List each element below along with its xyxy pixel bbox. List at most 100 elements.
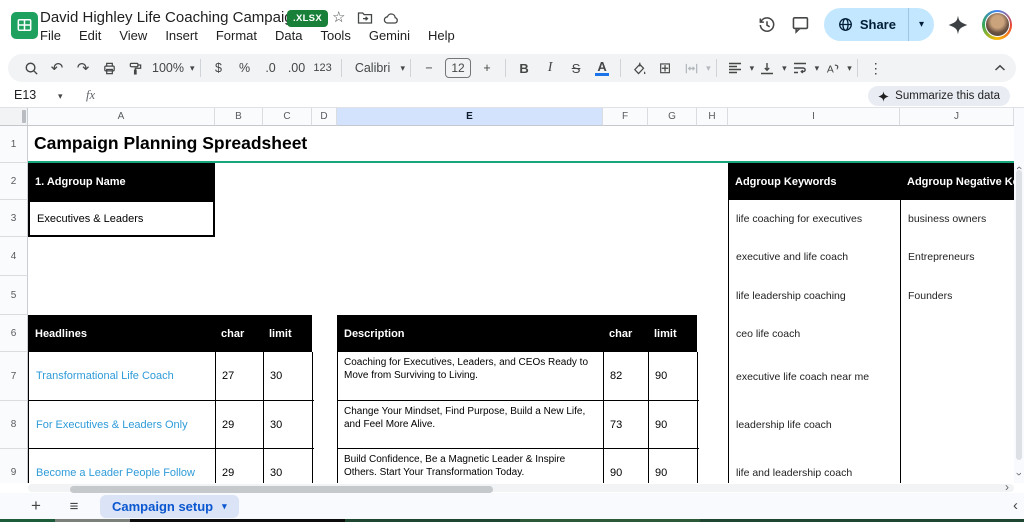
row-header-6[interactable]: 6 (0, 315, 28, 352)
text-rotation-button[interactable]: A (819, 56, 845, 80)
headline-cell[interactable]: Transformational Life Coach (29, 352, 214, 400)
summarize-data-button[interactable]: Summarize this data (868, 86, 1010, 106)
add-sheet-button[interactable]: + (24, 496, 48, 516)
version-history-icon[interactable] (757, 15, 777, 35)
keyword-cell[interactable]: leadership life coach (729, 401, 899, 449)
all-sheets-menu-icon[interactable]: ≡ (62, 498, 86, 515)
gemini-sparkle-icon[interactable] (948, 15, 968, 35)
search-icon[interactable] (18, 56, 44, 80)
description-limit-cell[interactable]: 90 (649, 401, 696, 448)
campaign-title-cell[interactable]: Campaign Planning Spreadsheet (28, 126, 1014, 161)
vertical-scrollbar-thumb[interactable] (1016, 170, 1022, 460)
column-header-I[interactable]: I (728, 108, 900, 126)
row-header-8[interactable]: 8 (0, 401, 28, 449)
description-cell[interactable]: Change Your Mindset, Find Purpose, Build… (338, 401, 602, 448)
share-button[interactable]: Share ▾ (823, 8, 934, 41)
horizontal-scrollbar[interactable]: ‹ › (0, 480, 1024, 494)
headline-char-cell[interactable]: 29 (216, 401, 262, 448)
row-header-3[interactable]: 3 (0, 200, 28, 237)
headline-cell[interactable]: For Executives & Leaders Only (29, 401, 214, 448)
row-header-9[interactable]: 9 (0, 449, 28, 483)
column-header-A[interactable]: A (28, 108, 215, 126)
vertical-align-button[interactable] (754, 56, 780, 80)
horizontal-align-button[interactable] (722, 56, 748, 80)
share-button-main[interactable]: Share (824, 8, 908, 41)
description-char-cell[interactable]: 90 (604, 449, 647, 483)
row-header-5[interactable]: 5 (0, 276, 28, 315)
column-header-F[interactable]: F (603, 108, 648, 126)
description-cell[interactable]: Build Confidence, Be a Magnetic Leader &… (338, 449, 602, 483)
font-caret-icon[interactable]: ▾ (401, 63, 406, 74)
vertical-align-caret-icon[interactable]: ▾ (782, 63, 787, 74)
menu-file[interactable]: File (40, 28, 61, 43)
headlines-header-cell[interactable]: Headlines (28, 315, 215, 352)
bold-button[interactable]: B (511, 56, 537, 80)
zoom-select[interactable]: 100% (148, 56, 188, 80)
headline-limit-cell[interactable]: 30 (264, 449, 311, 483)
keyword-cell[interactable]: executive life coach near me (729, 352, 899, 401)
headline-cell[interactable]: Become a Leader People Follow (29, 449, 214, 483)
text-wrap-button[interactable] (787, 56, 813, 80)
keyword-cell[interactable]: executive and life coach (729, 237, 899, 276)
decrease-decimal-button[interactable]: .0 (258, 56, 284, 80)
horizontal-scrollbar-track[interactable] (28, 484, 1014, 493)
description-limit-cell[interactable]: 90 (649, 449, 696, 483)
menu-help[interactable]: Help (428, 28, 455, 43)
adgroup-name-header-cell[interactable]: 1. Adgroup Name (28, 163, 215, 200)
vertical-scrollbar[interactable]: ‹ ‹ (1013, 108, 1024, 483)
scroll-down-icon[interactable]: ‹ (1013, 470, 1024, 478)
sheets-logo-icon[interactable] (11, 12, 38, 39)
description-cell[interactable]: Coaching for Executives, Leaders, and CE… (338, 352, 602, 400)
decrease-font-size-button[interactable]: − (416, 56, 442, 80)
font-size-input[interactable]: 12 (445, 58, 472, 78)
adgroup-negative-keywords-header-cell[interactable]: Adgroup Negative Keywords (900, 163, 1014, 200)
row-header-7[interactable]: 7 (0, 352, 28, 401)
column-header-G[interactable]: G (648, 108, 697, 126)
format-currency-button[interactable]: $ (206, 56, 232, 80)
collapse-toolbar-icon[interactable] (994, 64, 1006, 72)
account-avatar[interactable] (982, 9, 1012, 40)
increase-font-size-button[interactable]: + (474, 56, 500, 80)
borders-button[interactable]: ⊞ (652, 56, 678, 80)
paint-format-icon[interactable] (122, 56, 148, 80)
zoom-caret-icon[interactable]: ▾ (190, 63, 195, 74)
strikethrough-button[interactable]: S (563, 56, 589, 80)
merge-caret-icon[interactable]: ▾ (706, 63, 711, 74)
name-box[interactable]: E13 (14, 88, 36, 102)
negative-keyword-cell[interactable]: Founders (901, 276, 1013, 315)
row-header-1[interactable]: 1 (0, 126, 28, 163)
more-options-icon[interactable]: ⋮ (863, 56, 889, 80)
star-icon[interactable]: ☆ (332, 9, 345, 27)
merge-cells-button[interactable] (678, 56, 704, 80)
negative-keyword-cell[interactable]: Entrepreneurs (901, 237, 1013, 276)
comments-icon[interactable] (791, 15, 810, 34)
select-all-corner[interactable] (0, 108, 28, 126)
menu-data[interactable]: Data (275, 28, 302, 43)
keyword-cell[interactable]: ceo life coach (729, 315, 899, 352)
move-folder-icon[interactable] (357, 11, 373, 25)
font-select[interactable]: Calibri (347, 56, 399, 80)
menu-format[interactable]: Format (216, 28, 257, 43)
name-box-caret-icon[interactable]: ▾ (58, 91, 63, 102)
column-header-E-selected[interactable]: E (337, 108, 603, 126)
headline-char-cell[interactable]: 29 (216, 449, 262, 483)
side-panel-toggle-icon[interactable]: ‹ (1013, 497, 1018, 514)
fill-color-button[interactable] (626, 56, 652, 80)
description-char-cell[interactable]: 73 (604, 401, 647, 448)
headlines-char-header-cell[interactable]: char (215, 315, 263, 352)
headline-char-cell[interactable]: 27 (216, 352, 262, 400)
formula-input[interactable] (110, 84, 810, 107)
description-limit-cell[interactable]: 90 (649, 352, 696, 400)
text-rotation-caret-icon[interactable]: ▾ (847, 63, 852, 74)
headline-limit-cell[interactable]: 30 (264, 352, 311, 400)
column-header-H[interactable]: H (697, 108, 728, 126)
text-color-button[interactable]: A (589, 56, 615, 80)
headlines-limit-header-cell[interactable]: limit (263, 315, 312, 352)
keyword-cell[interactable]: life leadership coaching (729, 276, 899, 315)
column-header-D[interactable]: D (312, 108, 337, 126)
headline-limit-cell[interactable]: 30 (264, 401, 311, 448)
row-header-2[interactable]: 2 (0, 163, 28, 200)
undo-icon[interactable]: ↶ (44, 56, 70, 80)
row-header-4[interactable]: 4 (0, 237, 28, 276)
share-dropdown[interactable]: ▾ (907, 8, 934, 41)
